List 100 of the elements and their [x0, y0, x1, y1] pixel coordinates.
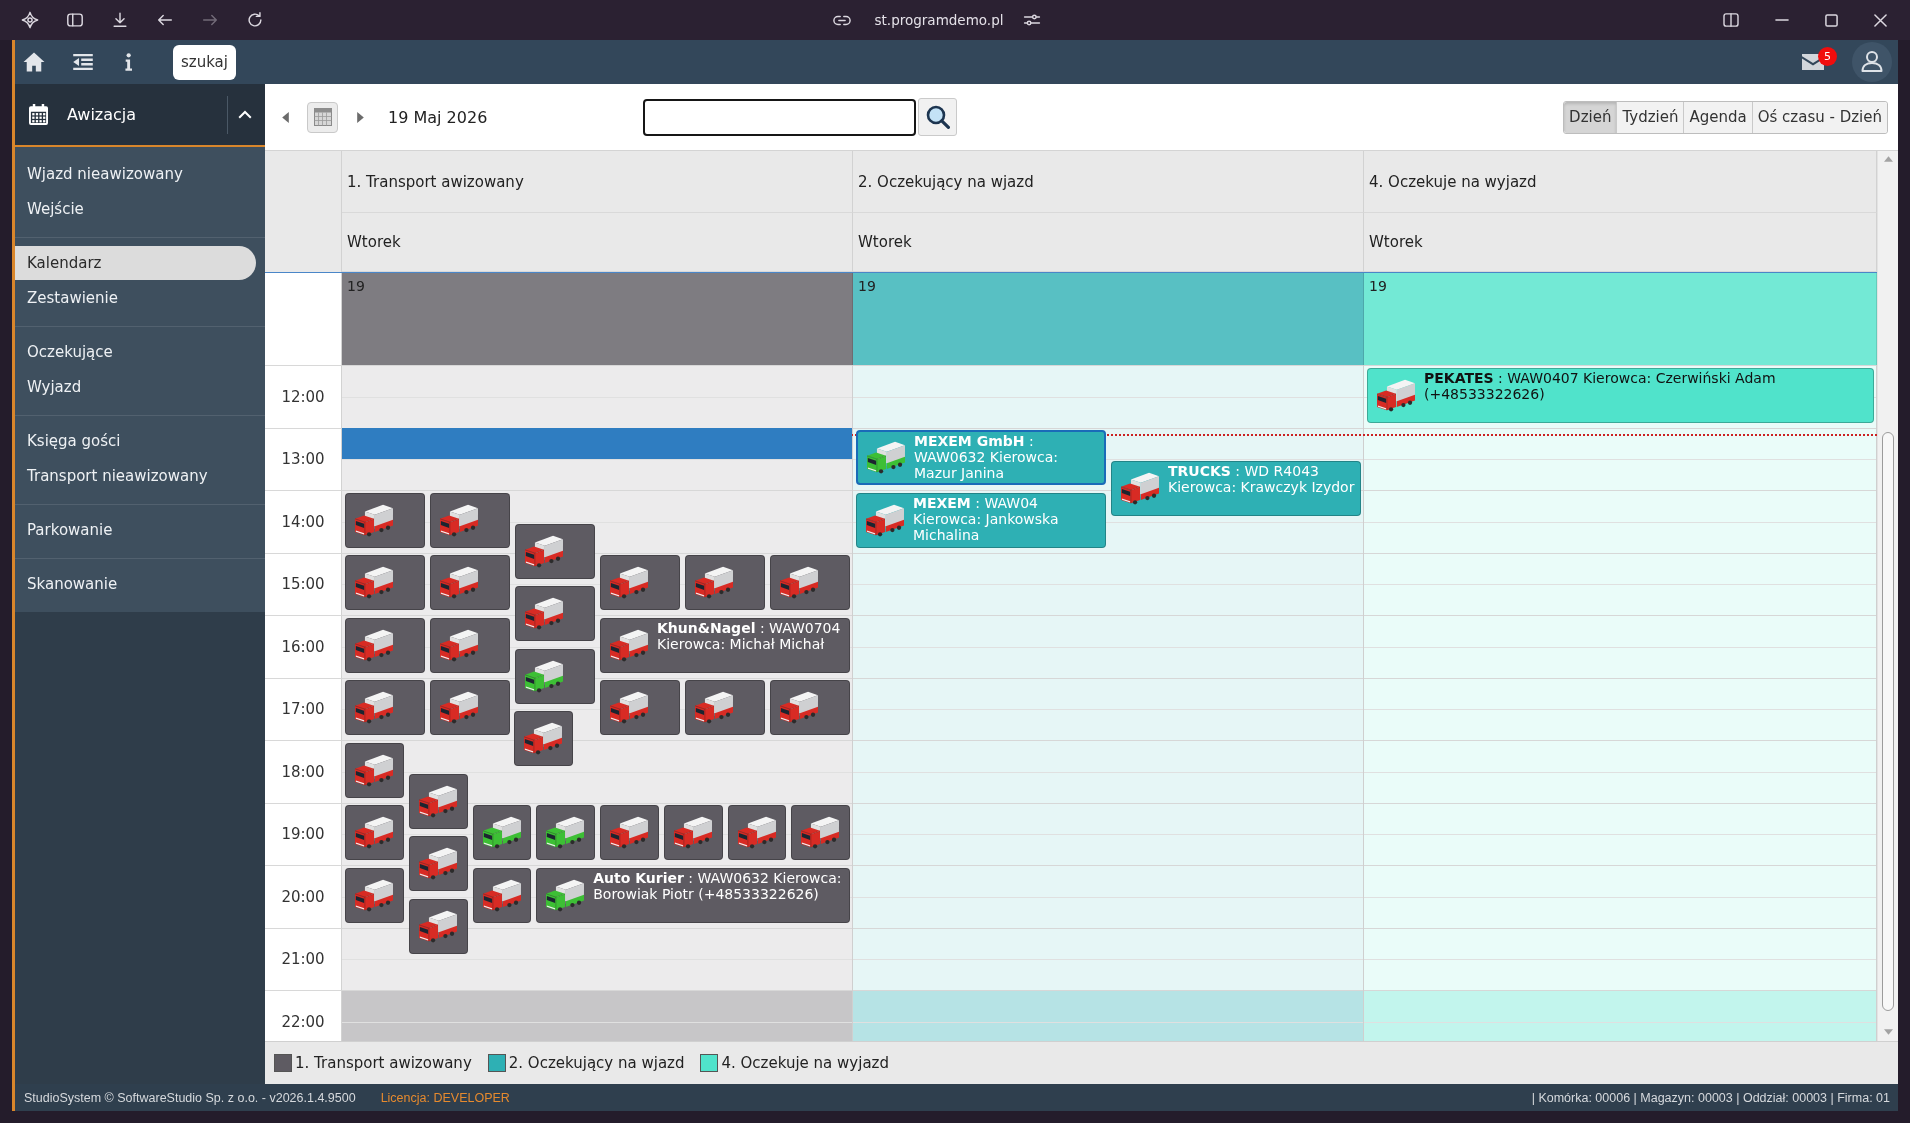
- time-label: 15:00: [281, 575, 325, 594]
- column-title: 4. Oczekuje na wyjazd: [1364, 151, 1877, 213]
- event-card[interactable]: [345, 805, 404, 860]
- event-card[interactable]: [663, 805, 723, 860]
- day-number: 19: [347, 278, 365, 294]
- menu-item[interactable]: Parkowanie: [15, 513, 265, 548]
- license-text: Licencja: DEVELOPER: [380, 1090, 510, 1105]
- day-name: Wtorek: [853, 213, 1364, 272]
- view-tab[interactable]: Tydzień: [1616, 101, 1684, 133]
- event-card[interactable]: [515, 523, 595, 579]
- legend-label: 2. Oczekujący na wjazd: [508, 1054, 685, 1072]
- event-card[interactable]: [600, 680, 680, 735]
- day-name: Wtorek: [1364, 213, 1877, 272]
- calendar-grid-icon: [313, 108, 332, 126]
- event-card[interactable]: [345, 617, 425, 673]
- event-card[interactable]: [770, 555, 850, 610]
- search-field[interactable]: [643, 98, 916, 136]
- day-number: 19: [1369, 278, 1387, 294]
- event-card[interactable]: PEKATES : WAW0407 Kierowca: Czerwiński Adam (+48533322626): [1367, 367, 1874, 423]
- event-card[interactable]: [408, 773, 468, 829]
- view-tab[interactable]: Agenda: [1683, 101, 1752, 133]
- caret-right-icon[interactable]: [357, 111, 364, 123]
- search-icon: [925, 105, 950, 129]
- event-card[interactable]: [791, 805, 850, 860]
- event-card[interactable]: [408, 898, 468, 954]
- menu-item[interactable]: Wyjazd: [15, 370, 265, 405]
- column-title: 2. Oczekujący na wjazd: [853, 151, 1364, 213]
- time-label: 21:00: [281, 950, 325, 969]
- time-label: 18:00: [281, 762, 325, 781]
- time-label: 20:00: [281, 887, 325, 906]
- date-label: 19 Maj 2026: [388, 107, 488, 127]
- time-label: 16:00: [281, 637, 325, 656]
- event-card[interactable]: [345, 867, 404, 923]
- link-icon[interactable]: [832, 14, 851, 26]
- home-icon[interactable]: [23, 52, 45, 72]
- download-icon[interactable]: [111, 11, 129, 29]
- time-label: 19:00: [281, 825, 325, 844]
- event-card[interactable]: Auto Kurier : WAW0632 Kierowca: Borowiak Piotr (+48533322626): [536, 867, 850, 923]
- event-card[interactable]: [345, 555, 425, 610]
- menu-item[interactable]: Księga gości: [15, 424, 265, 459]
- event-card[interactable]: Khun&Nagel : WAW0704 Kierowca: Michał Michał: [600, 617, 850, 673]
- menu-item[interactable]: Transport nieawizowany: [15, 459, 265, 494]
- time-label: 13:00: [281, 450, 325, 469]
- chevron-up-icon[interactable]: [237, 110, 252, 119]
- event-card[interactable]: [345, 680, 425, 735]
- event-card[interactable]: [770, 680, 850, 735]
- view-tab[interactable]: Dzień: [1564, 101, 1617, 133]
- reload-icon[interactable]: [246, 11, 264, 29]
- event-card[interactable]: [472, 867, 532, 923]
- menu-item[interactable]: Oczekujące: [15, 335, 265, 370]
- calendar-icon: [29, 104, 48, 125]
- event-card[interactable]: [685, 680, 765, 735]
- menu-item[interactable]: Wejście: [15, 192, 265, 227]
- event-card[interactable]: [345, 492, 425, 548]
- maximize-icon[interactable]: [1825, 13, 1838, 27]
- search-button[interactable]: szukaj: [173, 44, 236, 80]
- sidebar-toggle-icon[interactable]: [66, 11, 84, 29]
- view-tab[interactable]: Oś czasu - Dzień: [1751, 101, 1887, 133]
- event-card[interactable]: [430, 555, 510, 610]
- menu-item[interactable]: Skanowanie: [15, 567, 265, 602]
- event-card[interactable]: [515, 648, 595, 704]
- event-card[interactable]: [430, 492, 510, 548]
- sparkle-logo-icon[interactable]: [21, 11, 39, 29]
- event-card[interactable]: [515, 586, 595, 642]
- time-label: 12:00: [281, 387, 325, 406]
- event-card[interactable]: [685, 555, 765, 610]
- outdent-icon[interactable]: [73, 54, 93, 70]
- event-card[interactable]: [430, 617, 510, 673]
- event-card[interactable]: [430, 680, 510, 735]
- notification-badge: 5: [1818, 47, 1837, 66]
- event-card[interactable]: [513, 711, 573, 767]
- event-card[interactable]: [408, 836, 468, 892]
- split-view-icon[interactable]: [1723, 13, 1739, 27]
- time-label: 14:00: [281, 512, 325, 531]
- search-submit-button[interactable]: [918, 98, 957, 136]
- scrollbar[interactable]: [1877, 151, 1898, 1041]
- menu-item[interactable]: Kalendarz: [15, 246, 256, 280]
- day-number: 19: [858, 278, 876, 294]
- sliders-icon[interactable]: [1023, 13, 1042, 27]
- caret-left-icon[interactable]: [282, 111, 289, 123]
- menu-section-header[interactable]: Awizacja: [15, 84, 265, 147]
- close-icon[interactable]: [1874, 13, 1887, 27]
- date-picker-button[interactable]: [307, 101, 338, 133]
- menu-item[interactable]: Wjazd nieawizowany: [15, 157, 265, 192]
- copyright-text: StudioSystem © SoftwareStudio Sp. z o.o. - v2026.1.4.9500: [24, 1090, 356, 1105]
- legend-label: 4. Oczekuje na wyjazd: [721, 1054, 889, 1072]
- menu-item[interactable]: Zestawienie: [15, 281, 265, 316]
- event-card[interactable]: [472, 805, 532, 860]
- event-card[interactable]: [345, 742, 404, 798]
- address-text[interactable]: st.programdemo.pl: [874, 12, 1004, 28]
- time-label: 17:00: [281, 700, 325, 719]
- legend-label: 1. Transport awizowany: [295, 1054, 472, 1072]
- time-label: 22:00: [281, 1012, 325, 1031]
- event-card[interactable]: [600, 805, 659, 860]
- user-icon[interactable]: [1852, 42, 1892, 82]
- info-icon[interactable]: [125, 53, 132, 71]
- event-card[interactable]: [727, 805, 787, 860]
- event-card[interactable]: [536, 805, 595, 860]
- scrollbar-thumb[interactable]: [1882, 432, 1894, 1011]
- event-card[interactable]: [600, 555, 680, 610]
